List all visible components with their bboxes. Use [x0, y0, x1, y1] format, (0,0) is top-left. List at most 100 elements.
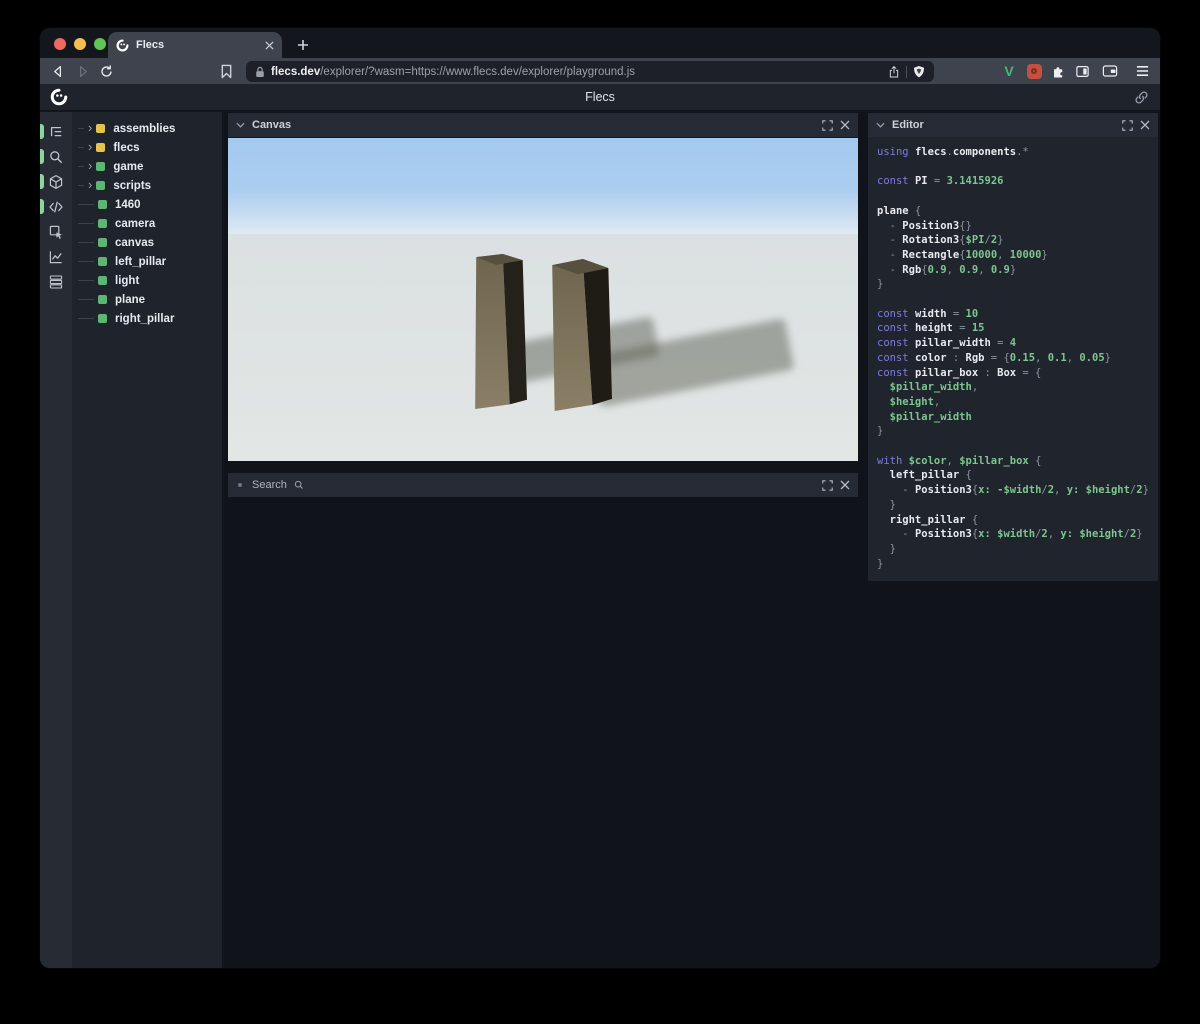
search-panel: Search: [228, 473, 858, 497]
tree-item-label: plane: [115, 293, 146, 306]
expand-icon[interactable]: [822, 479, 833, 491]
expand-icon[interactable]: [822, 119, 833, 131]
canvas-3d-viewport[interactable]: [228, 137, 858, 461]
tree-item-label: canvas: [115, 236, 155, 249]
tree-entity-dot: [96, 143, 106, 152]
tree-item[interactable]: › game: [72, 157, 222, 176]
sidebar-entities-cube-icon[interactable]: [40, 169, 72, 194]
url-bar[interactable]: flecs.dev/explorer/?wasm=https://www.fle…: [246, 61, 934, 82]
tab-title: Flecs: [136, 39, 165, 51]
tree-guide-line: [78, 147, 84, 148]
tree-item[interactable]: 1460: [72, 195, 222, 214]
canvas-panel-header[interactable]: Canvas: [228, 113, 858, 137]
extension-v-label: V: [1004, 63, 1014, 79]
minimize-window-button[interactable]: [74, 38, 86, 50]
url-domain: flecs.dev: [271, 65, 321, 78]
tree-item[interactable]: › flecs: [72, 138, 222, 157]
tree-item[interactable]: left_pillar: [72, 252, 222, 271]
expand-icon[interactable]: [1122, 119, 1133, 131]
editor-panel: Editor using flecs.components.* const PI…: [868, 113, 1158, 581]
chevron-down-icon[interactable]: [876, 122, 885, 128]
browser-toolbar: flecs.dev/explorer/?wasm=https://www.fle…: [40, 58, 1160, 84]
tree-item[interactable]: plane: [72, 290, 222, 309]
sidebar-toggle-icon[interactable]: [1071, 61, 1093, 81]
tree-entity-dot: [98, 257, 107, 266]
tree-guide-line: [78, 261, 94, 262]
tree-entity-dot: [98, 276, 107, 285]
url-text: flecs.dev/explorer/?wasm=https://www.fle…: [271, 66, 882, 78]
tree-item[interactable]: canvas: [72, 233, 222, 252]
tree-entity-dot: [96, 124, 106, 133]
tree-guide-line: [78, 223, 94, 224]
close-icon[interactable]: [840, 120, 850, 130]
search-panel-header[interactable]: Search: [228, 473, 858, 497]
tab-favicon-flecs-icon: [116, 38, 129, 52]
editor-panel-header[interactable]: Editor: [868, 113, 1158, 137]
close-icon[interactable]: [840, 480, 850, 490]
tree-expand-caret-icon[interactable]: ›: [88, 178, 92, 191]
sidebar-code-icon[interactable]: [40, 194, 72, 219]
app-content: › assemblies › flecs › game › scripts 14…: [40, 112, 1160, 968]
reload-button[interactable]: [94, 60, 118, 82]
tree-entity-dot: [98, 238, 107, 247]
url-path: /explorer/?wasm=https://www.flecs.dev/ex…: [320, 65, 636, 78]
app-header: Flecs: [40, 84, 1160, 111]
tree-item[interactable]: › assemblies: [72, 119, 222, 138]
tree-item-label: assemblies: [113, 122, 176, 135]
extension-adblock-icon[interactable]: [1023, 61, 1045, 81]
search-magnifier-icon: [294, 480, 304, 490]
close-window-button[interactable]: [54, 38, 66, 50]
tree-guide-line: [78, 280, 94, 281]
forward-button[interactable]: [70, 60, 94, 82]
left-pillar: [473, 254, 527, 409]
tree-guide-line: [78, 204, 94, 205]
share-icon[interactable]: [888, 65, 900, 79]
tree-item-label: right_pillar: [115, 312, 175, 325]
link-icon[interactable]: [1134, 90, 1149, 105]
editor-code[interactable]: using flecs.components.* const PI = 3.14…: [868, 137, 1158, 581]
tree-expand-caret-icon[interactable]: ›: [88, 121, 92, 134]
sidebar-tree-icon[interactable]: [40, 119, 72, 144]
tree-item[interactable]: right_pillar: [72, 309, 222, 328]
main-area: Canvas Search Editor using flecs.compone…: [222, 112, 1160, 968]
back-button[interactable]: [46, 60, 70, 82]
tree-item-label: camera: [115, 217, 156, 230]
canvas-panel-title: Canvas: [252, 119, 292, 131]
tree-expand-caret-icon[interactable]: ›: [88, 140, 92, 153]
sidebar-statistics-icon[interactable]: [40, 244, 72, 269]
new-tab-button[interactable]: [292, 34, 314, 56]
entity-tree: › assemblies › flecs › game › scripts 14…: [72, 112, 222, 968]
chevron-down-icon[interactable]: [236, 122, 245, 128]
browser-menu-icon[interactable]: [1131, 61, 1153, 81]
sidebar-search-icon[interactable]: [40, 144, 72, 169]
canvas-panel: Canvas: [228, 113, 858, 461]
tree-expand-caret-icon[interactable]: ›: [88, 159, 92, 172]
tree-guide-line: [78, 166, 84, 167]
right-pillar: [551, 259, 612, 411]
tree-entity-dot: [96, 181, 106, 190]
bookmark-icon[interactable]: [214, 60, 238, 82]
close-icon[interactable]: [1140, 120, 1150, 130]
tree-item[interactable]: camera: [72, 214, 222, 233]
tree-entity-dot: [98, 314, 107, 323]
left-icon-sidebar: [40, 112, 72, 968]
brave-shield-icon[interactable]: [913, 65, 925, 79]
tree-guide-line: [78, 299, 94, 300]
tree-item-label: scripts: [113, 179, 152, 192]
tab-close-icon[interactable]: [265, 40, 274, 50]
sidebar-inspector-icon[interactable]: [40, 219, 72, 244]
browser-window: Flecs flecs.dev/explorer/?wasm=https://w…: [40, 28, 1160, 968]
tree-item[interactable]: › scripts: [72, 176, 222, 195]
collapsed-dot-icon[interactable]: [238, 483, 242, 487]
extension-vue-icon[interactable]: V: [998, 61, 1020, 81]
browser-tab[interactable]: Flecs: [108, 32, 282, 58]
wallet-icon[interactable]: [1099, 61, 1121, 81]
sidebar-tables-icon[interactable]: [40, 269, 72, 294]
tree-item-label: light: [115, 274, 140, 287]
zoom-window-button[interactable]: [94, 38, 106, 50]
lock-icon: [255, 66, 265, 78]
extensions-puzzle-icon[interactable]: [1047, 61, 1069, 81]
tree-entity-dot: [96, 162, 106, 171]
tree-item[interactable]: light: [72, 271, 222, 290]
tree-entity-dot: [98, 219, 107, 228]
